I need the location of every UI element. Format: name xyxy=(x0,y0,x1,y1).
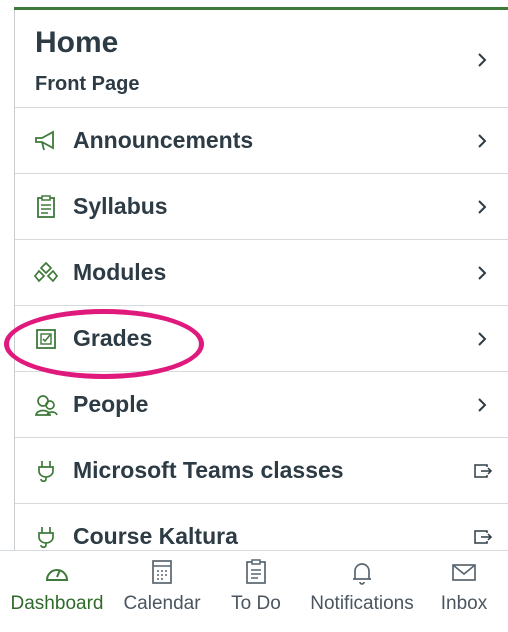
bottom-tab-bar: Dashboard Calendar To Do Notifications I… xyxy=(0,550,508,632)
dashboard-icon xyxy=(42,557,72,587)
tab-dashboard[interactable]: Dashboard xyxy=(0,551,114,632)
nav-item-syllabus[interactable]: Syllabus xyxy=(15,174,508,240)
envelope-icon xyxy=(449,557,479,587)
todo-icon xyxy=(241,557,271,587)
tab-label: Inbox xyxy=(440,593,488,614)
tab-notifications[interactable]: Notifications xyxy=(296,551,428,632)
nav-item-grades[interactable]: Grades xyxy=(15,306,508,372)
people-icon xyxy=(33,392,59,418)
nav-item-announcements[interactable]: Announcements xyxy=(15,108,508,174)
chevron-right-icon xyxy=(475,329,489,349)
nav-item-microsoft-teams[interactable]: Microsoft Teams classes xyxy=(15,438,508,504)
nav-item-label: Modules xyxy=(73,259,167,285)
calendar-icon xyxy=(147,557,177,587)
home-subtitle: Front Page xyxy=(35,73,140,95)
plug-icon xyxy=(33,524,59,550)
nav-item-people[interactable]: People xyxy=(15,372,508,438)
tab-label: Calendar xyxy=(123,593,201,614)
tab-inbox[interactable]: Inbox xyxy=(432,551,496,632)
plug-icon xyxy=(33,458,59,484)
external-link-icon xyxy=(473,529,493,545)
tab-calendar[interactable]: Calendar xyxy=(114,551,210,632)
nav-item-course-kaltura[interactable]: Course Kaltura xyxy=(15,504,508,550)
nav-item-label: Syllabus xyxy=(73,193,168,219)
home-title: Home xyxy=(35,26,119,59)
nav-item-label: Course Kaltura xyxy=(73,523,238,549)
megaphone-icon xyxy=(33,128,59,154)
tab-label: Notifications xyxy=(310,593,414,614)
chevron-right-icon xyxy=(475,50,489,70)
tab-label: Dashboard xyxy=(10,593,104,614)
modules-icon xyxy=(33,260,59,286)
tab-label: To Do xyxy=(231,593,281,614)
chevron-right-icon xyxy=(475,395,489,415)
course-nav-list: Home Front Page Announcements Syllabus M… xyxy=(14,10,508,550)
nav-item-modules[interactable]: Modules xyxy=(15,240,508,306)
chevron-right-icon xyxy=(475,131,489,151)
nav-item-label: Grades xyxy=(73,325,153,351)
nav-item-label: People xyxy=(73,391,149,417)
nav-item-label: Announcements xyxy=(73,127,254,153)
external-link-icon xyxy=(473,463,493,479)
syllabus-icon xyxy=(33,194,59,220)
chevron-right-icon xyxy=(475,263,489,283)
tab-todo[interactable]: To Do xyxy=(226,551,286,632)
nav-item-home[interactable]: Home Front Page xyxy=(15,10,508,108)
grades-icon xyxy=(33,326,59,352)
nav-item-label: Microsoft Teams classes xyxy=(73,457,344,483)
bell-icon xyxy=(347,557,377,587)
chevron-right-icon xyxy=(475,197,489,217)
